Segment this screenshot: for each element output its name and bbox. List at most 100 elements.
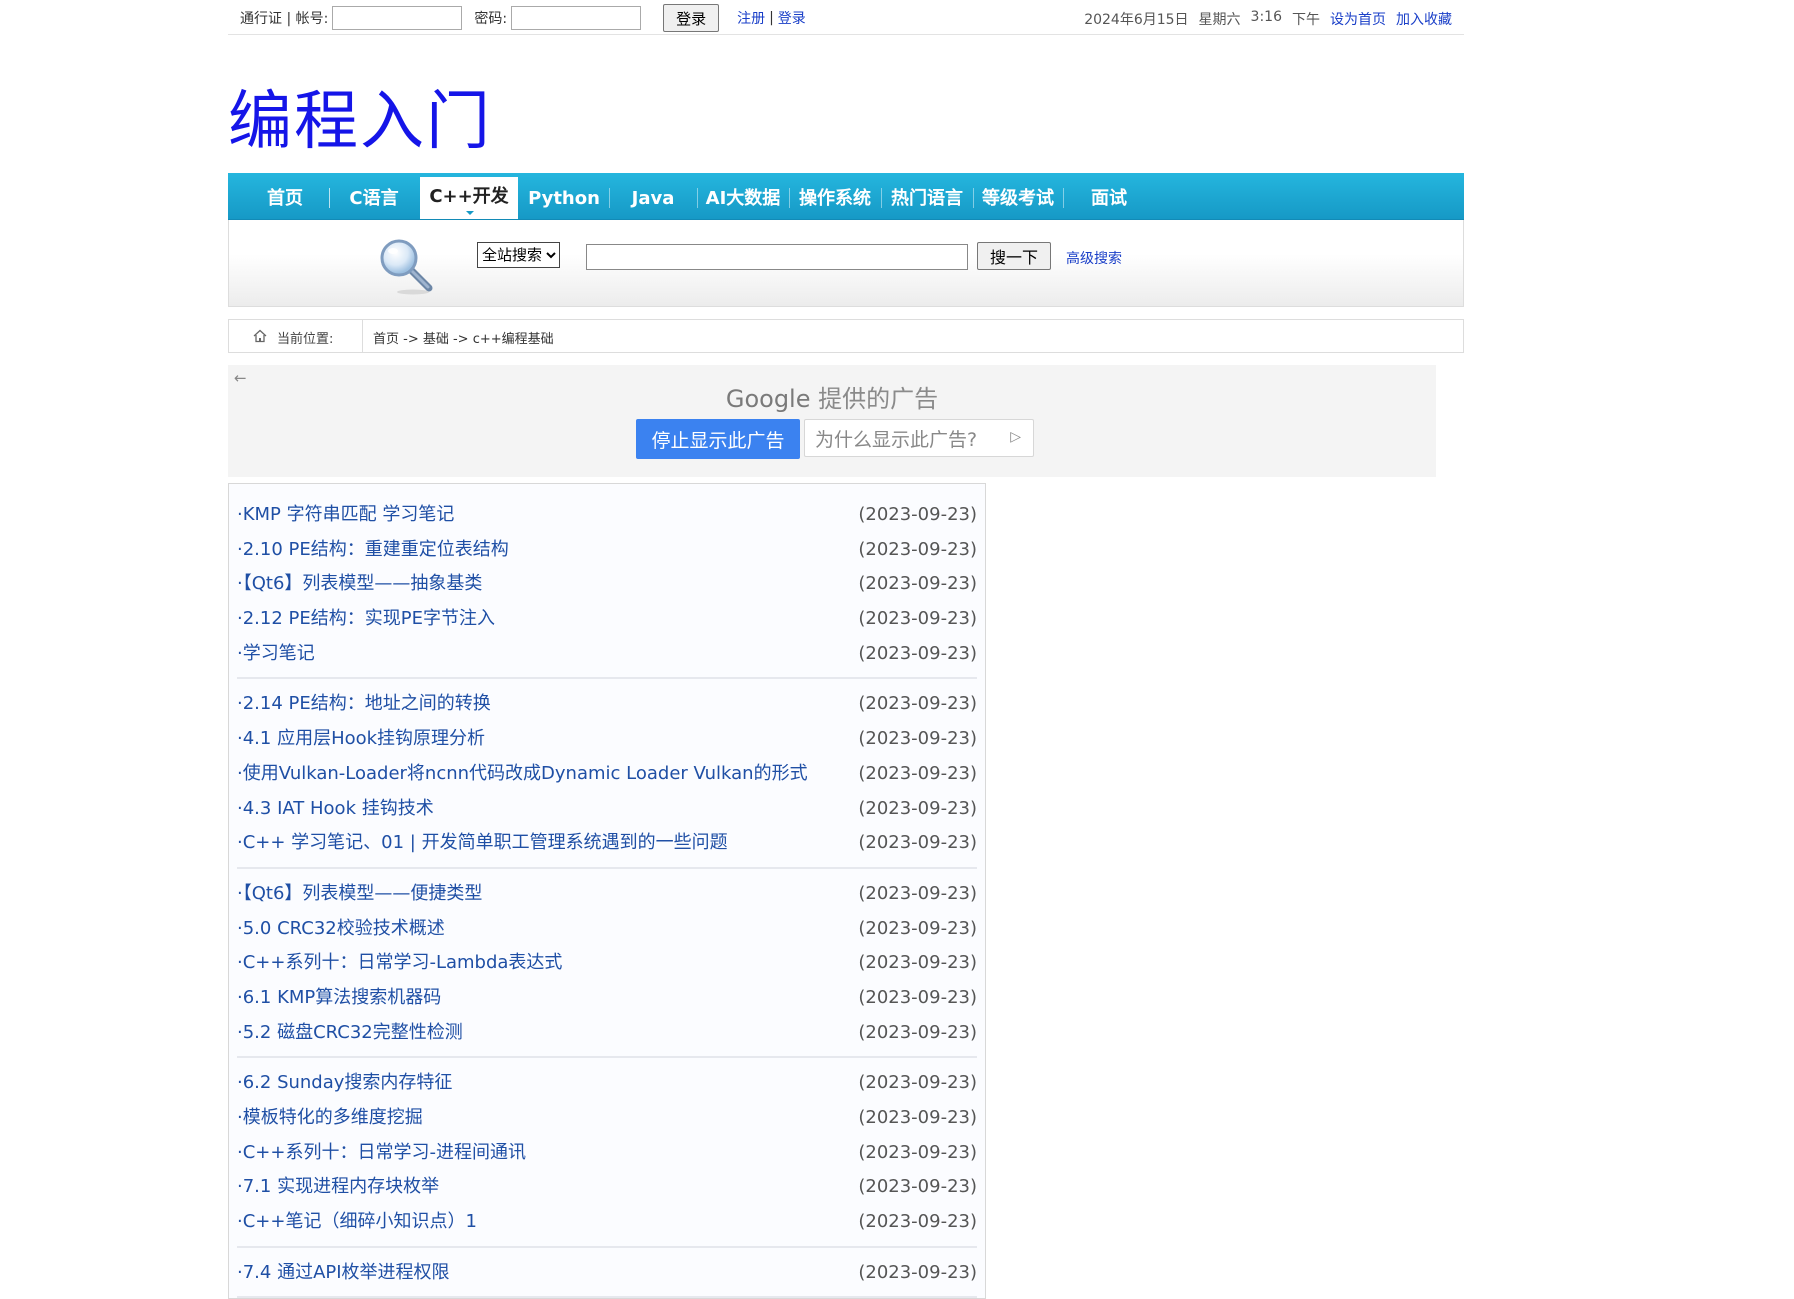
article-link[interactable]: ·C++ 学习笔记、01 | 开发简单职工管理系统遇到的一些问题 [237, 826, 728, 861]
list-item: ·使用Vulkan-Loader将ncnn代码改成Dynamic Loader … [237, 757, 977, 792]
nav-item-label: 等级考试 [982, 188, 1054, 209]
article-link[interactable]: ·5.0 CRC32校验技术概述 [237, 912, 445, 947]
article-link[interactable]: ·4.3 IAT Hook 挂钩技术 [237, 792, 434, 827]
article-link[interactable]: ·2.10 PE结构：重建重定位表结构 [237, 533, 509, 568]
article-link[interactable]: ·6.1 KMP算法搜索机器码 [237, 981, 441, 1016]
article-date: (2023-09-23) [858, 1261, 977, 1283]
nav-item[interactable]: Python [520, 173, 608, 219]
why-ad-button[interactable]: 为什么显示此广告? ▷ [804, 419, 1034, 457]
breadcrumb-divider [362, 320, 363, 352]
article-link[interactable]: ·C++系列十：日常学习-Lambda表达式 [237, 946, 562, 981]
article-link[interactable]: ·2.12 PE结构：实现PE字节注入 [237, 602, 495, 637]
nav-item[interactable]: C语言 [330, 173, 418, 219]
article-group: ·6.2 Sunday搜索内存特征 (2023-09-23) ·模板特化的多维度挖掘… [237, 1066, 977, 1248]
register-link[interactable]: 注册 [737, 8, 765, 28]
login-button[interactable]: 登录 [663, 4, 720, 32]
list-item: ·模板特化的多维度挖掘 (2023-09-23) [237, 1101, 977, 1136]
breadcrumb-path[interactable]: 首页 -> 基础 -> c++编程基础 [373, 328, 554, 347]
account-input[interactable] [332, 6, 463, 30]
link-separator: | [769, 10, 774, 26]
article-link[interactable]: ·学习笔记 [237, 637, 315, 672]
article-link[interactable]: ·2.14 PE结构：地址之间的转换 [237, 687, 491, 722]
article-date: (2023-09-23) [858, 642, 977, 664]
nav-item[interactable]: 操作系统 [790, 173, 880, 219]
article-link[interactable]: ·7.4 通过API枚举进程权限 [237, 1256, 450, 1291]
article-link[interactable]: ·【Qt6】列表模型——便捷类型 [237, 877, 482, 912]
nav-item[interactable]: Java [610, 173, 696, 219]
search-scope-select[interactable]: 全站搜索 [477, 242, 560, 268]
list-item: ·2.10 PE结构：重建重定位表结构 (2023-09-23) [237, 533, 977, 568]
weekday-text: 星期六 [1198, 12, 1241, 28]
list-item: ·C++系列十：日常学习-Lambda表达式 (2023-09-23) [237, 946, 977, 981]
nav-item-label: C语言 [349, 188, 399, 209]
list-item: ·7.4 通过API枚举进程权限 (2023-09-23) [237, 1256, 977, 1291]
set-home-link[interactable]: 设为首页 [1330, 9, 1386, 29]
list-item: ·2.14 PE结构：地址之间的转换 (2023-09-23) [237, 687, 977, 722]
search-panel: 全站搜索 搜一下 高级搜索 [228, 220, 1464, 307]
nav-item-label: 操作系统 [799, 188, 871, 209]
site-logo[interactable]: 编程入门 [228, 87, 492, 157]
list-item: ·KMP 字符串匹配 学习笔记 (2023-09-23) [237, 498, 977, 533]
article-link[interactable]: ·使用Vulkan-Loader将ncnn代码改成Dynamic Loader … [237, 757, 808, 792]
nav-item-label: Python [528, 188, 600, 209]
article-date: (2023-09-23) [858, 538, 977, 560]
list-item: ·7.1 实现进程内存块枚举 (2023-09-23) [237, 1170, 977, 1205]
article-date: (2023-09-23) [858, 1107, 977, 1128]
article-link[interactable]: ·4.1 应用层Hook挂钩原理分析 [237, 722, 485, 757]
list-item: ·C++笔记（细碎小知识点）1 (2023-09-23) [237, 1205, 977, 1240]
nav-item-label: 首页 [267, 188, 303, 209]
password-input[interactable] [511, 6, 642, 30]
article-date: (2023-09-23) [858, 986, 977, 1008]
list-item: ·2.12 PE结构：实现PE字节注入 (2023-09-23) [237, 602, 977, 637]
adchoices-icon: ▷ [1010, 429, 1021, 445]
nav-item-label: 热门语言 [891, 188, 963, 209]
add-favorite-link[interactable]: 加入收藏 [1396, 9, 1452, 29]
nav-item[interactable]: 首页 [242, 173, 328, 219]
login-link[interactable]: 登录 [778, 8, 806, 28]
article-date: (2023-09-23) [858, 573, 977, 595]
why-ad-label: 为什么显示此广告? [815, 428, 978, 451]
breadcrumb: 当前位置: 首页 -> 基础 -> c++编程基础 [228, 319, 1464, 353]
article-link[interactable]: ·5.2 磁盘CRC32完整性检测 [237, 1016, 463, 1051]
nav-item[interactable]: C++开发 [420, 177, 518, 219]
article-link[interactable]: ·7.1 实现进程内存块枚举 [237, 1170, 439, 1205]
account-label: 通行证 | 帐号: [240, 11, 329, 27]
main-nav: 首页 C语言 C++开发 Python Java AI大数据 操作系统 热门语言 等级考试 面试 [228, 173, 1464, 220]
article-date: (2023-09-23) [858, 882, 977, 904]
nav-item[interactable]: 面试 [1064, 173, 1154, 219]
nav-item[interactable]: 热门语言 [882, 173, 972, 219]
ad-panel: ← Google 提供的广告 停止显示此广告 为什么显示此广告? ▷ [228, 365, 1436, 477]
article-date: (2023-09-23) [858, 693, 977, 715]
ad-provider: Google 提供的广告 [228, 379, 1436, 414]
nav-item[interactable]: AI大数据 [698, 173, 788, 219]
article-link[interactable]: ·模板特化的多维度挖掘 [237, 1101, 423, 1136]
article-link[interactable]: ·KMP 字符串匹配 学习笔记 [237, 498, 454, 533]
nav-item-label: Java [631, 188, 675, 209]
stop-ad-button[interactable]: 停止显示此广告 [636, 419, 800, 459]
search-button[interactable]: 搜一下 [977, 242, 1051, 270]
article-date: (2023-09-23) [858, 797, 977, 819]
article-link[interactable]: ·6.2 Sunday搜索内存特征 [237, 1066, 452, 1101]
home-icon [253, 329, 267, 343]
top-bar: 通行证 | 帐号: 密码: 登录 注册 | 登录 2024年6月15日 星期六 … [228, 0, 1464, 35]
advanced-search-link[interactable]: 高级搜索 [1066, 248, 1122, 268]
article-date: (2023-09-23) [858, 1021, 977, 1043]
nav-item[interactable]: 等级考试 [974, 173, 1062, 219]
list-item: ·4.1 应用层Hook挂钩原理分析 (2023-09-23) [237, 722, 977, 757]
article-link[interactable]: ·【Qt6】列表模型——抽象基类 [237, 567, 482, 602]
list-item: ·6.2 Sunday搜索内存特征 (2023-09-23) [237, 1066, 977, 1101]
article-date: (2023-09-23) [858, 832, 977, 854]
article-date: (2023-09-23) [858, 917, 977, 939]
site-header: 编程入门 [228, 35, 1464, 157]
article-date: (2023-09-23) [858, 762, 977, 784]
date-links: 2024年6月15日 星期六 3:16 下午 设为首页 加入收藏 [1084, 9, 1452, 29]
search-input[interactable] [586, 244, 968, 270]
article-link[interactable]: ·C++系列十：日常学习-进程间通讯 [237, 1136, 526, 1171]
article-group: ·KMP 字符串匹配 学习笔记 (2023-09-23) ·2.10 PE结构：重建… [237, 498, 977, 680]
article-list: ·KMP 字符串匹配 学习笔记 (2023-09-23) ·2.10 PE结构：重建… [228, 483, 986, 1299]
article-date: (2023-09-23) [858, 1141, 977, 1163]
article-link[interactable]: ·C++笔记（细碎小知识点）1 [237, 1205, 477, 1240]
ad-provided-text: 提供的广告 [818, 385, 939, 413]
page: 通行证 | 帐号: 密码: 登录 注册 | 登录 2024年6月15日 星期六 … [228, 0, 1464, 1299]
caret-down-icon [466, 211, 474, 215]
